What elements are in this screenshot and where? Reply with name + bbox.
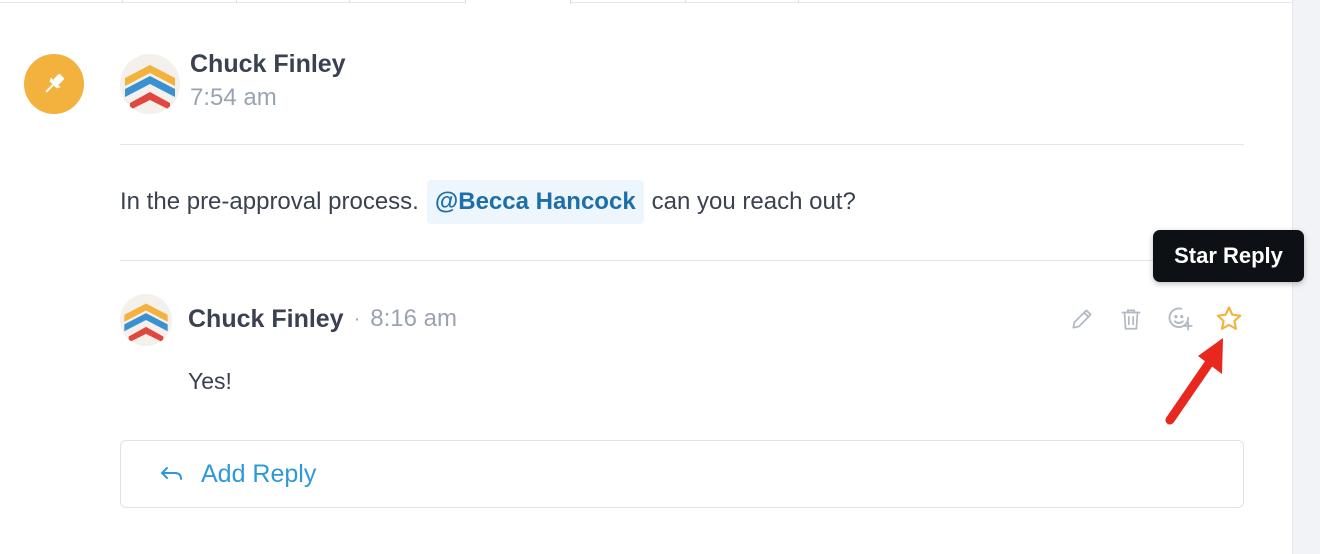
tab-divider — [349, 0, 350, 3]
pencil-icon — [1072, 309, 1092, 329]
star-reply-tooltip: Star Reply — [1153, 230, 1304, 282]
reply-arrow-icon — [161, 467, 182, 480]
mention-link[interactable]: @Becca Hancock — [426, 180, 644, 224]
reply-timestamp: 8:16 am — [370, 305, 457, 332]
divider — [120, 260, 1244, 261]
delete-button[interactable] — [1115, 304, 1147, 334]
add-reply-label: Add Reply — [201, 459, 317, 488]
trash-icon — [1121, 309, 1141, 330]
star-reply-button[interactable] — [1213, 304, 1245, 334]
reply-header: Chuck Finley · 8:16 am — [188, 302, 457, 336]
pinned-badge — [24, 54, 84, 114]
divider — [120, 144, 1244, 145]
edit-button[interactable] — [1066, 304, 1098, 334]
tab-strip — [0, 0, 1292, 4]
post-message: In the pre-approval process. @Becca Hanc… — [120, 178, 856, 226]
pin-icon — [45, 73, 65, 93]
tab-divider — [685, 0, 686, 3]
tab-divider — [798, 0, 799, 3]
post-author[interactable]: Chuck Finley — [190, 50, 346, 79]
reply-author[interactable]: Chuck Finley — [188, 305, 344, 334]
star-icon — [1216, 306, 1242, 330]
tab-divider — [122, 0, 123, 3]
emoji-add-icon — [1168, 307, 1193, 331]
tab-divider — [236, 0, 237, 3]
reply-text: Yes! — [188, 368, 232, 394]
active-tab[interactable] — [465, 0, 571, 4]
annotation-arrow — [1165, 338, 1223, 425]
avatar[interactable] — [120, 294, 172, 346]
avatar[interactable] — [120, 54, 180, 114]
reply-actions — [1066, 304, 1245, 334]
post-timestamp: 7:54 am — [190, 84, 277, 111]
add-reply-button[interactable]: Add Reply — [120, 440, 1244, 508]
separator-dot: · — [353, 307, 361, 330]
message-text: can you reach out? — [651, 188, 856, 215]
message-text: In the pre-approval process. — [120, 188, 419, 215]
add-reaction-button[interactable] — [1164, 304, 1196, 334]
